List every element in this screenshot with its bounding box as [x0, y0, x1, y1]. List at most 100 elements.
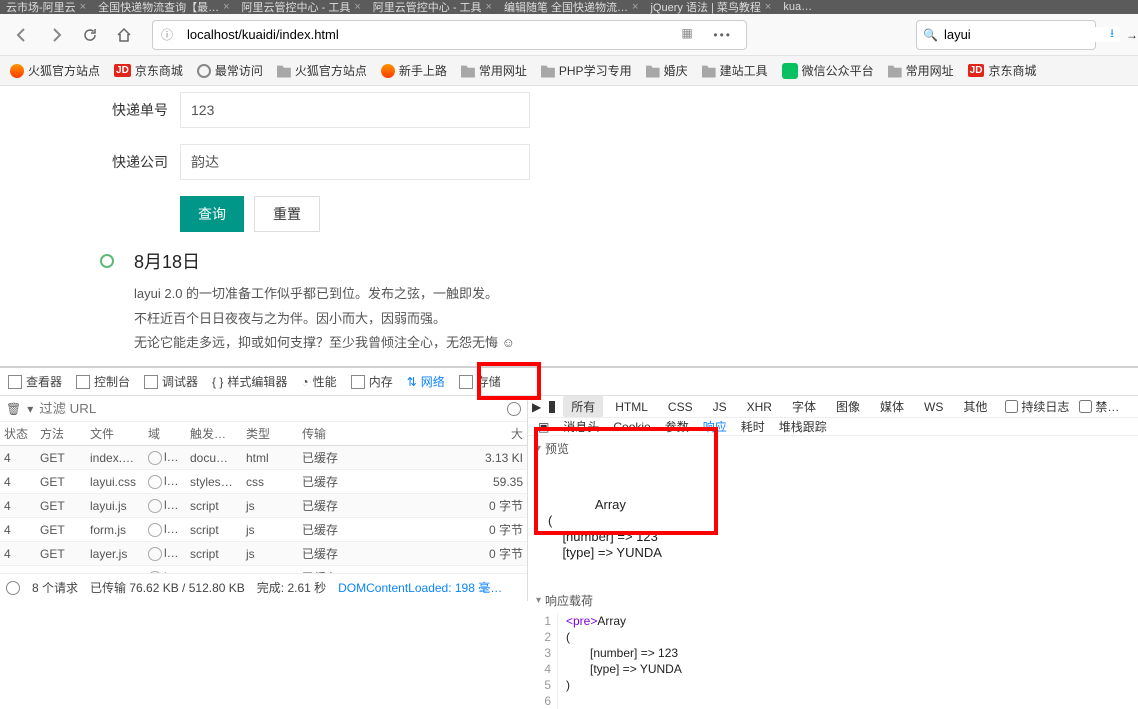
- bookmark-item[interactable]: 婚庆: [646, 62, 688, 79]
- network-row[interactable]: 4GETindex.…lo…documenthtml已缓存3.13 KI: [0, 446, 527, 470]
- bookmark-item[interactable]: 常用网址: [888, 62, 954, 79]
- subtab-response[interactable]: 响应: [703, 418, 727, 435]
- pause-icon[interactable]: [549, 401, 555, 413]
- filter-all[interactable]: 所有: [563, 396, 603, 417]
- tab-console[interactable]: 控制台: [76, 373, 130, 390]
- bookmark-item[interactable]: JD京东商城: [114, 62, 183, 79]
- close-icon[interactable]: ×: [765, 1, 771, 13]
- filter-other[interactable]: 其他: [955, 396, 995, 417]
- playback-icon[interactable]: ▶: [532, 400, 541, 414]
- network-filter-bar: 🗑 ▾: [0, 396, 527, 422]
- bookmark-item[interactable]: 新手上路: [381, 62, 447, 79]
- bookmark-item[interactable]: 微信公众平台: [782, 62, 874, 79]
- tab-network[interactable]: ⇅网络: [407, 373, 445, 390]
- close-icon[interactable]: ×: [223, 1, 229, 13]
- download-icon[interactable]: ⭳: [1110, 24, 1130, 45]
- search-input[interactable]: [944, 27, 1120, 42]
- filter-html[interactable]: HTML: [607, 398, 656, 416]
- bookmark-item[interactable]: PHP学习专用: [541, 62, 632, 79]
- address-bar[interactable]: ⓘ ▦ •••: [152, 20, 747, 50]
- bookmark-item[interactable]: 最常访问: [197, 62, 263, 79]
- wechat-icon: [782, 63, 798, 79]
- browser-tab[interactable]: 阿里云管控中心 - 工具×: [367, 0, 498, 14]
- filter-xhr[interactable]: XHR: [739, 398, 780, 416]
- network-row[interactable]: 4GETlayer.c…lo…stylesheetcss已缓存14.09: [0, 566, 527, 573]
- col-domain[interactable]: 域: [144, 425, 186, 442]
- filter-js[interactable]: JS: [705, 398, 735, 416]
- company-label: 快递公司: [100, 152, 180, 172]
- col-type[interactable]: 类型: [242, 425, 298, 442]
- filter-media[interactable]: 媒体: [872, 396, 912, 417]
- qr-icon[interactable]: ▦: [681, 26, 699, 44]
- reset-button[interactable]: 重置: [254, 196, 320, 232]
- preview-section-title[interactable]: 预览: [528, 436, 1138, 461]
- record-icon[interactable]: [6, 581, 20, 595]
- network-row[interactable]: 4GETform.jslo…scriptjs已缓存0 字节: [0, 518, 527, 542]
- tab-style-editor[interactable]: { }样式编辑器: [212, 373, 287, 390]
- folder-icon: [541, 64, 555, 78]
- network-row[interactable]: 4GETlayui.jslo…scriptjs已缓存0 字节: [0, 494, 527, 518]
- tab-debugger[interactable]: 调试器: [144, 373, 198, 390]
- timeline-title: 8月18日: [134, 248, 515, 274]
- network-row[interactable]: 4GETlayui.csslo…stylesheetcss已缓存59.35: [0, 470, 527, 494]
- browser-tab[interactable]: 全国快递物流查询【最…×: [92, 0, 235, 14]
- info-icon[interactable]: ⓘ: [161, 26, 179, 44]
- col-cause[interactable]: 触发…: [186, 425, 242, 442]
- reload-button[interactable]: [76, 21, 104, 49]
- page-actions-icon[interactable]: •••: [707, 28, 738, 42]
- payload-section-title[interactable]: 响应载荷: [528, 588, 1138, 613]
- home-button[interactable]: [110, 21, 138, 49]
- col-file[interactable]: 文件: [86, 425, 144, 442]
- close-icon[interactable]: ×: [632, 1, 638, 13]
- subtab-timing[interactable]: 耗时: [741, 418, 765, 435]
- subtab-headers[interactable]: 消息头: [563, 418, 599, 435]
- url-input[interactable]: [187, 27, 673, 42]
- bookmark-item[interactable]: 常用网址: [461, 62, 527, 79]
- filter-css[interactable]: CSS: [660, 398, 701, 416]
- tab-memory[interactable]: 内存: [351, 373, 393, 390]
- filter-input[interactable]: [39, 401, 501, 416]
- inspector-icon: [8, 375, 22, 389]
- back-button[interactable]: [8, 21, 36, 49]
- network-row[interactable]: 4GETlayer.jslo…scriptjs已缓存0 字节: [0, 542, 527, 566]
- subtab-stack[interactable]: 堆栈跟踪: [779, 418, 827, 435]
- forward-button[interactable]: [42, 21, 70, 49]
- col-size[interactable]: 大: [378, 425, 527, 442]
- col-status[interactable]: 状态: [0, 425, 36, 442]
- close-icon[interactable]: ×: [80, 1, 86, 13]
- filter-ws[interactable]: WS: [916, 398, 951, 416]
- browser-tab[interactable]: 编辑随笔 全国快递物流…×: [498, 0, 645, 14]
- filter-img[interactable]: 图像: [828, 396, 868, 417]
- trash-icon[interactable]: 🗑: [6, 402, 21, 416]
- tab-inspector[interactable]: 查看器: [8, 373, 62, 390]
- bookmark-item[interactable]: 建站工具: [702, 62, 768, 79]
- persist-checkbox[interactable]: 持续日志: [1005, 398, 1069, 415]
- col-transferred[interactable]: 传输: [298, 425, 378, 442]
- bookmark-item[interactable]: JD京东商城: [968, 62, 1037, 79]
- subtab-params[interactable]: 参数: [665, 418, 689, 435]
- bookmark-item[interactable]: 火狐官方站点: [277, 62, 367, 79]
- response-subtabs: ▣ 消息头 Cookie 参数 响应 耗时 堆栈跟踪: [528, 418, 1138, 436]
- browser-tab[interactable]: 云市场-阿里云×: [0, 0, 92, 14]
- search-bar[interactable]: 🔍 →: [916, 20, 1096, 50]
- submit-button[interactable]: 查询: [180, 196, 244, 232]
- tab-storage[interactable]: 存储: [459, 373, 501, 390]
- disable-cache-checkbox[interactable]: 禁…: [1079, 398, 1119, 415]
- browser-tab[interactable]: jQuery 语法 | 菜鸟教程×: [644, 0, 777, 14]
- filter-font[interactable]: 字体: [784, 396, 824, 417]
- funnel-icon[interactable]: ▾: [27, 402, 33, 416]
- status-finish: 完成: 2.61 秒: [257, 579, 326, 596]
- col-method[interactable]: 方法: [36, 425, 86, 442]
- record-icon[interactable]: [507, 402, 521, 416]
- bookmark-item[interactable]: 火狐官方站点: [10, 62, 100, 79]
- back-icon[interactable]: ▣: [538, 420, 549, 434]
- close-icon[interactable]: ×: [486, 1, 492, 13]
- tab-performance[interactable]: ◔性能: [301, 373, 336, 390]
- subtab-cookies[interactable]: Cookie: [613, 420, 650, 434]
- browser-tab[interactable]: 阿里云管控中心 - 工具×: [236, 0, 367, 14]
- number-input[interactable]: [180, 92, 530, 128]
- close-icon[interactable]: ×: [354, 1, 360, 13]
- browser-tab[interactable]: kua…: [777, 1, 818, 13]
- folder-icon: [646, 64, 660, 78]
- company-input[interactable]: [180, 144, 530, 180]
